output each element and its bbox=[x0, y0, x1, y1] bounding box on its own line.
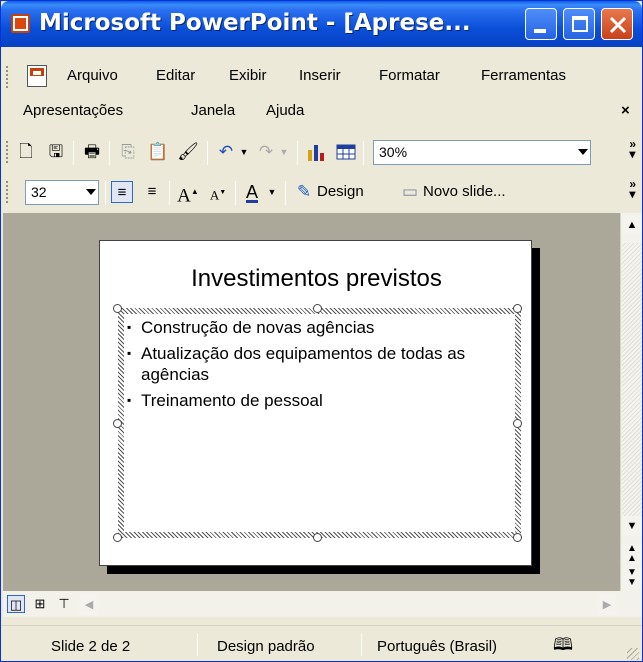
normal-view-icon[interactable]: ◫ bbox=[7, 595, 25, 613]
resize-handle[interactable] bbox=[513, 533, 522, 542]
resize-handle[interactable] bbox=[313, 304, 322, 313]
toolbar-separator bbox=[363, 141, 364, 165]
menu-formatar[interactable]: Formatar bbox=[379, 67, 440, 84]
new-document-icon[interactable]: 🗋 bbox=[15, 141, 37, 163]
spelling-check-icon[interactable]: 🕮 bbox=[553, 632, 573, 661]
print-icon[interactable]: 🖶 bbox=[81, 141, 103, 163]
zoom-value: 30% bbox=[379, 144, 408, 160]
resize-handle[interactable] bbox=[513, 419, 522, 428]
menu-bar-row2: Apresentações Janela Ajuda × bbox=[1, 98, 642, 126]
copy-icon[interactable]: ⎘ bbox=[117, 141, 139, 163]
minimize-icon bbox=[534, 29, 546, 33]
slide-title[interactable]: Investimentos previstos bbox=[100, 265, 533, 293]
standard-toolbar: 🗋 🖫 🖶 ⎘ 📋 🖌 ↶ ▼ ↷ ▼ 30% » ▾ bbox=[1, 135, 642, 169]
scroll-right-button[interactable]: ▶ bbox=[597, 595, 617, 615]
menubar-grip[interactable] bbox=[5, 65, 9, 89]
powerpoint-window: Microsoft PowerPoint - [Aprese... Arquiv… bbox=[0, 0, 643, 662]
zoom-combo[interactable]: 30% bbox=[373, 140, 591, 165]
redo-dropdown-icon[interactable]: ▼ bbox=[273, 141, 295, 163]
slide[interactable]: Investimentos previstos Construção de no… bbox=[99, 240, 532, 566]
maximize-button[interactable] bbox=[563, 8, 595, 40]
format-painter-icon[interactable]: 🖌 bbox=[177, 141, 199, 163]
menu-ajuda[interactable]: Ajuda bbox=[266, 102, 304, 119]
document-close-button[interactable]: × bbox=[621, 102, 630, 119]
toolbar-separator bbox=[297, 141, 298, 165]
powerpoint-app-icon[interactable] bbox=[11, 14, 30, 33]
toolbar-options-icon[interactable]: » ▾ bbox=[629, 138, 636, 160]
menu-exibir[interactable]: Exibir bbox=[229, 67, 267, 84]
toolbar-separator bbox=[285, 181, 286, 205]
resize-handle[interactable] bbox=[513, 304, 522, 313]
toolbar-grip[interactable] bbox=[5, 140, 9, 164]
toolbar-separator bbox=[109, 141, 110, 165]
status-bar: Slide 2 de 2 Design padrão Português (Br… bbox=[1, 625, 642, 661]
status-design: Design padrão bbox=[217, 638, 315, 655]
save-icon[interactable]: 🖫 bbox=[45, 141, 67, 163]
design-icon[interactable]: ✎ bbox=[293, 181, 315, 203]
menu-arquivo[interactable]: Arquivo bbox=[67, 67, 118, 84]
decrease-font-icon[interactable]: A▼ bbox=[207, 181, 229, 203]
chevron-down-icon bbox=[86, 189, 96, 195]
status-divider bbox=[361, 634, 362, 656]
design-button[interactable]: Design bbox=[317, 183, 364, 200]
bullet-item[interactable]: Atualização dos equipamentos de todas as… bbox=[126, 343, 506, 385]
close-button[interactable] bbox=[601, 8, 633, 40]
status-divider bbox=[197, 634, 198, 656]
formatting-toolbar: 32 ≡ ≡ A▲ A▼ A ▼ ✎ Design ▭ Novo slide..… bbox=[1, 175, 642, 209]
menu-janela[interactable]: Janela bbox=[191, 102, 235, 119]
menu-inserir[interactable]: Inserir bbox=[299, 67, 341, 84]
font-size-combo[interactable]: 32 bbox=[25, 180, 99, 205]
next-slide-button[interactable]: ▼ ▼ bbox=[622, 568, 642, 588]
align-left-icon[interactable]: ≡ bbox=[111, 181, 133, 203]
toolbar-separator bbox=[105, 181, 106, 205]
increase-font-icon[interactable]: A▲ bbox=[177, 181, 199, 206]
paste-icon[interactable]: 📋 bbox=[147, 141, 169, 163]
bullet-list[interactable]: Construção de novas agências Atualização… bbox=[126, 317, 506, 416]
toolbar-separator bbox=[73, 141, 74, 165]
slide-show-view-icon[interactable]: ⊤ bbox=[55, 595, 73, 613]
scroll-up-button[interactable]: ▲ bbox=[622, 215, 642, 235]
window-title: Microsoft PowerPoint - [Aprese... bbox=[39, 10, 471, 36]
resize-handle[interactable] bbox=[313, 533, 322, 542]
insert-chart-icon[interactable] bbox=[305, 141, 327, 163]
close-icon bbox=[609, 16, 627, 34]
toolbar-separator bbox=[169, 181, 170, 205]
menu-editar[interactable]: Editar bbox=[156, 67, 195, 84]
document-icon[interactable] bbox=[27, 65, 47, 87]
minimize-button[interactable] bbox=[525, 8, 557, 40]
toolbar-options-icon[interactable]: » ▾ bbox=[629, 178, 636, 200]
menu-ferramentas[interactable]: Ferramentas bbox=[481, 67, 566, 84]
menu-bar: Arquivo Editar Exibir Inserir Formatar F… bbox=[1, 63, 642, 91]
toolbar-separator bbox=[207, 141, 208, 165]
toolbar-separator bbox=[235, 181, 236, 205]
bullet-item[interactable]: Construção de novas agências bbox=[126, 317, 506, 338]
new-slide-icon[interactable]: ▭ bbox=[399, 181, 421, 203]
scroll-left-button[interactable]: ◀ bbox=[79, 595, 99, 615]
font-size-value: 32 bbox=[31, 184, 47, 200]
status-slide-info: Slide 2 de 2 bbox=[51, 638, 131, 655]
view-bar: ◫ ⊞ ⊤ ◀ ▶ bbox=[3, 591, 642, 617]
bullet-item[interactable]: Treinamento de pessoal bbox=[126, 390, 506, 411]
scroll-down-button[interactable]: ▼ bbox=[622, 516, 642, 536]
maximize-icon bbox=[572, 16, 588, 32]
status-language[interactable]: Português (Brasil) bbox=[377, 638, 497, 655]
align-center-icon[interactable]: ≡ bbox=[141, 181, 163, 203]
new-slide-button[interactable]: Novo slide... bbox=[423, 183, 506, 200]
resize-grip[interactable] bbox=[627, 648, 639, 660]
previous-slide-button[interactable]: ▲ ▲ bbox=[622, 544, 642, 564]
vertical-scrollbar[interactable]: ▲ ▼ ▲ ▲ ▼ ▼ bbox=[620, 213, 642, 591]
resize-handle[interactable] bbox=[113, 533, 122, 542]
toolbar-grip[interactable] bbox=[5, 180, 9, 204]
undo-dropdown-icon[interactable]: ▼ bbox=[233, 141, 255, 163]
insert-table-icon[interactable] bbox=[335, 141, 357, 163]
font-color-dropdown-icon[interactable]: ▼ bbox=[261, 181, 283, 203]
resize-handle[interactable] bbox=[113, 419, 122, 428]
menu-apresentacoes[interactable]: Apresentações bbox=[23, 102, 123, 119]
font-color-icon[interactable]: A bbox=[241, 181, 263, 203]
title-bar[interactable]: Microsoft PowerPoint - [Aprese... bbox=[1, 1, 642, 47]
chevron-down-icon bbox=[578, 149, 588, 155]
slide-sorter-view-icon[interactable]: ⊞ bbox=[31, 595, 49, 613]
resize-handle[interactable] bbox=[113, 304, 122, 313]
scroll-thumb[interactable] bbox=[622, 243, 642, 533]
